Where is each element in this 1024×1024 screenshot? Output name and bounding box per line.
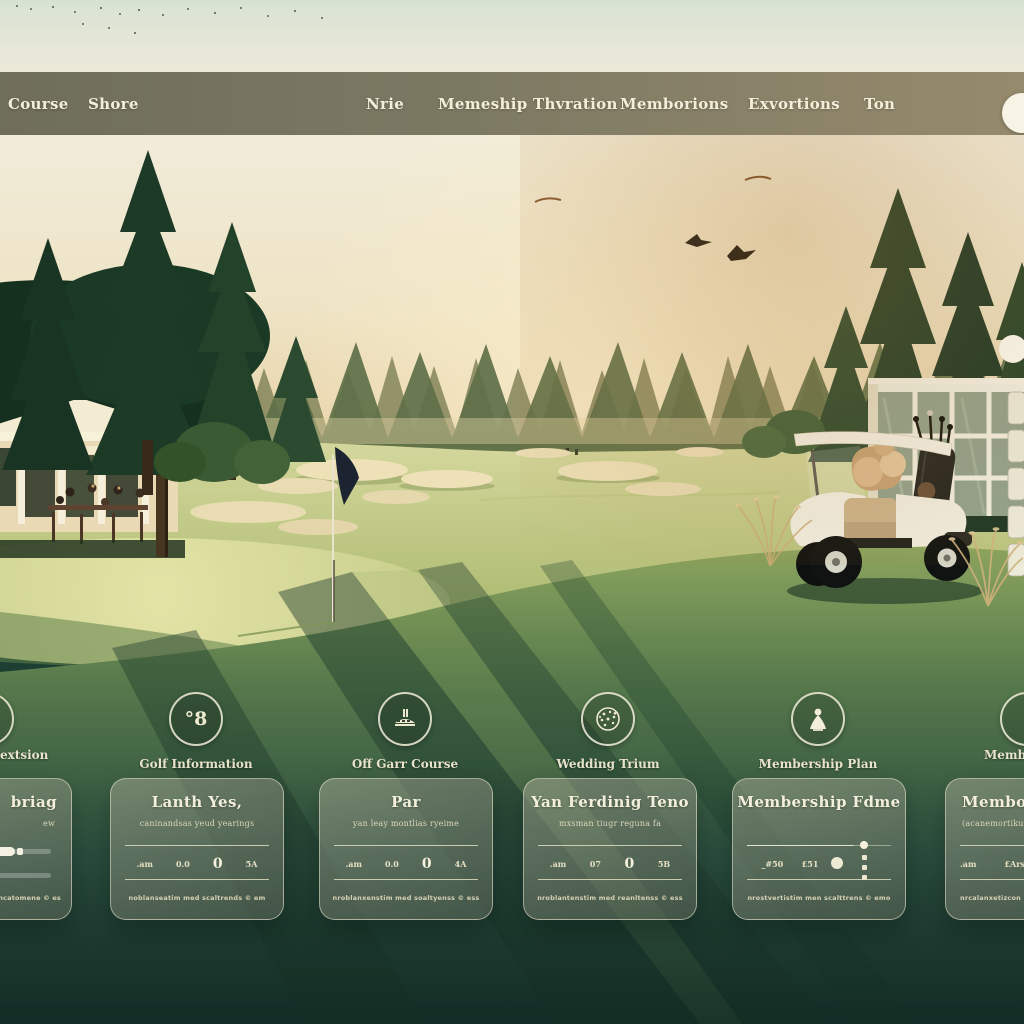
slider-handle[interactable]: [860, 841, 868, 849]
stat-value: 5B: [658, 859, 670, 869]
feature-membership-plan: Membership Plan: [733, 692, 903, 771]
feature-partial: [0, 692, 14, 746]
feature-partial-right: [1000, 692, 1024, 746]
card-stats: .am £Ars: [960, 853, 1024, 875]
stat-value: 5A: [246, 859, 258, 869]
nav-item-exvortions[interactable]: Exvortions: [748, 95, 840, 113]
card-subtitle: yan leay montlias ryeime: [326, 819, 486, 828]
card-subtitle: caninandsas yeud yearings: [117, 819, 277, 828]
divider: [538, 845, 682, 846]
stat-value-big: 0: [422, 856, 432, 872]
feature-wedding-trium: Wedding Trium: [523, 692, 693, 771]
slider-fill[interactable]: [0, 847, 15, 856]
card-stats: .am 0.0 0 5A: [125, 853, 269, 875]
card-subtitle: ew: [43, 819, 55, 828]
number-8-icon[interactable]: °8: [169, 692, 223, 746]
stat-value: .am: [346, 859, 362, 869]
top-strip: [0, 0, 1024, 72]
nav-item-memborions[interactable]: Memborions: [620, 95, 728, 113]
stat-value: £Ars: [1004, 859, 1024, 869]
stat-value: _#50: [761, 859, 783, 869]
slider-bar[interactable]: [0, 849, 51, 854]
card-stats: .am 0.0 0 4A: [334, 853, 478, 875]
profile-circle-icon[interactable]: [1002, 93, 1024, 133]
divider: [125, 879, 269, 880]
stat-value: £51: [802, 859, 819, 869]
slider-bar[interactable]: [0, 873, 51, 878]
dome-building-icon[interactable]: [378, 692, 432, 746]
card-stats: _#50 £51: [747, 853, 891, 875]
divider: [960, 879, 1024, 880]
card-title: Membership Fdme: [733, 793, 905, 811]
divider: [538, 879, 682, 880]
feature-label: Off Garr Course: [320, 757, 490, 771]
feature-label: Wedding Trium: [523, 757, 693, 771]
stat-value: 0.0: [176, 859, 190, 869]
stat-value-big: 0: [625, 856, 635, 872]
card-stats: .am 07 0 5B: [538, 853, 682, 875]
radio-dot[interactable]: [831, 857, 843, 869]
divider: [334, 879, 478, 880]
card-footer: nrcalanxetizcon men: [960, 894, 1024, 902]
card-membo: Membo (acanemortiku) E .am £Ars nrcalanx…: [945, 778, 1024, 920]
trophy-figure-icon[interactable]: [791, 692, 845, 746]
stat-value-big: 0: [213, 856, 223, 872]
dome-building-glyph: [391, 705, 419, 733]
dimpled-ball-glyph: [593, 704, 623, 734]
card-footer: ncatomene © es: [0, 894, 61, 902]
card-footer: nroblanxenstim med soaltyenss © ess: [328, 894, 484, 902]
main-nav: Course Shore Nrie Memeship Thvration Mem…: [0, 72, 1024, 136]
card-title: Membo: [962, 793, 1024, 811]
feature-golf-information: °8 Golf Information: [111, 692, 281, 771]
partial-circle-icon[interactable]: [1000, 692, 1024, 746]
stat-value: 0.0: [385, 859, 399, 869]
card-subtitle: (acanemortiku) E: [962, 819, 1024, 828]
feature-off-garr-course: Off Garr Course: [320, 692, 490, 771]
partial-circle-icon[interactable]: [0, 692, 14, 746]
divider-slider-track[interactable]: [747, 845, 891, 846]
stat-value: 07: [590, 859, 601, 869]
nav-item-memeship-thvration[interactable]: Memeship Thvration: [438, 95, 618, 113]
divider: [125, 845, 269, 846]
nav-item-course[interactable]: Course: [8, 95, 69, 113]
stat-value: 4A: [455, 859, 467, 869]
card-subtitle: mxsman tiugr reguna fa: [530, 819, 690, 828]
card-footer: nrostvertistim men scalttrens © emo: [741, 894, 897, 902]
dimpled-ball-icon[interactable]: [581, 692, 635, 746]
nav-item-nrie[interactable]: Nrie: [366, 95, 404, 113]
number-8-glyph: °8: [185, 710, 208, 729]
trophy-figure-glyph: [804, 705, 832, 733]
card-lanth-yes: Lanth Yes, caninandsas yeud yearings .am…: [110, 778, 284, 920]
feature-label-extsion: extsion: [0, 748, 48, 762]
card-yan-ferdinig-teno: Yan Ferdinig Teno mxsman tiugr reguna fa…: [523, 778, 697, 920]
card-par: Par yan leay montlias ryeime .am 0.0 0 4…: [319, 778, 493, 920]
card-membership-fdme: Membership Fdme _#50 £51 nrostvertistim …: [732, 778, 906, 920]
sun-haze: [520, 135, 1024, 565]
card-title: briag: [11, 793, 57, 811]
feature-label-membr: Membr: [984, 748, 1024, 762]
card-footer: nroblantenstim med reanltenss © ess: [532, 894, 688, 902]
divider: [334, 845, 478, 846]
card-footer: noblanseatim med scaltrends © em: [119, 894, 275, 902]
stat-value: .am: [960, 859, 976, 869]
card-sliders: briag ew ncatomene © es: [0, 778, 72, 920]
card-title: Yan Ferdinig Teno: [524, 793, 696, 811]
divider: [960, 845, 1024, 846]
feature-label: Golf Information: [111, 757, 281, 771]
stat-value: .am: [550, 859, 566, 869]
nav-item-ton[interactable]: Ton: [864, 95, 895, 113]
golf-club-landing-page: Course Shore Nrie Memeship Thvration Mem…: [0, 0, 1024, 1024]
card-title: Lanth Yes,: [111, 793, 283, 811]
divider: [747, 879, 891, 880]
card-title: Par: [320, 793, 492, 811]
stat-value: .am: [137, 859, 153, 869]
nav-item-shore[interactable]: Shore: [88, 95, 139, 113]
speckle-dots: [16, 5, 18, 7]
feature-label: Membership Plan: [733, 757, 903, 771]
